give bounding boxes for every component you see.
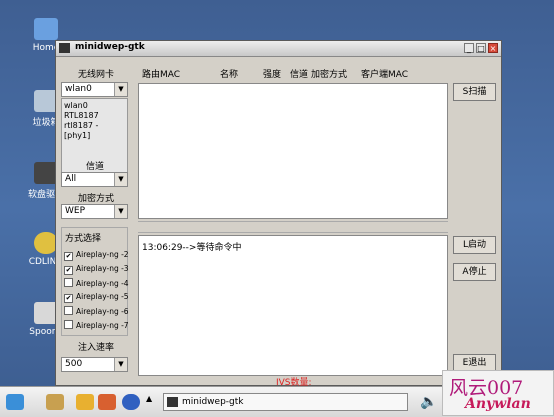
taskbar-window-label: minidwep-gtk xyxy=(182,397,244,407)
network-list[interactable] xyxy=(138,83,448,219)
method-checkbox-7[interactable]: Aireplay-ng -7 xyxy=(64,320,129,331)
encryption-select[interactable]: WEP ▼ xyxy=(61,204,128,219)
checkbox-box[interactable]: ✔ xyxy=(64,266,73,275)
chevron-down-icon: ▼ xyxy=(114,358,127,371)
inject-rate-label: 注入速率 xyxy=(78,343,115,353)
desktop-show-icon[interactable] xyxy=(46,394,64,410)
method-group: 方式选择 ✔ Aireplay-ng -2 ✔ Aireplay-ng -3 Air… xyxy=(61,227,129,336)
taskbar-window-button[interactable]: minidwep-gtk xyxy=(163,393,408,411)
column-header-strength[interactable]: 强度 xyxy=(263,67,281,80)
chevron-down-icon: ▼ xyxy=(114,173,127,186)
method-checkbox-label: Aireplay-ng -4 xyxy=(76,279,129,288)
title-bar[interactable]: minidwep-gtk _ □ × xyxy=(56,41,501,57)
method-group-label: 方式选择 xyxy=(65,234,102,244)
log-line: 13:06:29-->等待命令中 xyxy=(142,243,242,253)
method-checkbox-label: Aireplay-ng -7 xyxy=(76,321,129,330)
checkbox-box[interactable] xyxy=(64,320,73,329)
encryption-label: 加密方式 xyxy=(78,194,115,204)
checkbox-box[interactable]: ✔ xyxy=(64,252,73,261)
wireless-card-select[interactable]: wlan0 ▼ xyxy=(61,82,128,97)
method-checkbox-label: Aireplay-ng -5 xyxy=(76,292,129,301)
speaker-icon[interactable]: 🔈 xyxy=(420,393,438,411)
method-checkbox-5[interactable]: ✔ Aireplay-ng -5 xyxy=(64,292,129,303)
wireless-card-label: 无线网卡 xyxy=(78,70,115,80)
method-checkbox-label: Aireplay-ng -6 xyxy=(76,307,129,316)
method-checkbox-label: Aireplay-ng -2 xyxy=(76,250,129,259)
method-checkbox-2[interactable]: ✔ Aireplay-ng -2 xyxy=(64,250,129,261)
column-header-channel[interactable]: 信道 xyxy=(290,67,308,80)
checkbox-box[interactable] xyxy=(64,278,73,287)
close-button[interactable]: × xyxy=(488,43,498,53)
method-checkbox-4[interactable]: Aireplay-ng -4 xyxy=(64,278,129,289)
caret-up-icon[interactable]: ▲ xyxy=(146,394,154,410)
inject-rate-value: 500 xyxy=(65,359,83,369)
image-viewer-icon[interactable] xyxy=(98,394,116,410)
encryption-value: WEP xyxy=(65,206,86,216)
start-menu-icon[interactable] xyxy=(6,394,24,410)
app-icon xyxy=(167,397,178,407)
column-header-encryption[interactable]: 加密方式 xyxy=(311,67,347,80)
watermark: 风云007 Anywlan xyxy=(442,370,554,416)
stop-button[interactable]: A停止 xyxy=(453,263,496,281)
log-output[interactable]: 13:06:29-->等待命令中 xyxy=(138,235,448,376)
interface-info-line: wlan0 RTL8187 xyxy=(64,101,99,120)
main-window: minidwep-gtk _ □ × 无线网卡 wlan0 ▼ wlan0 RT… xyxy=(55,40,502,388)
app-icon xyxy=(59,43,70,53)
method-checkbox-label: Aireplay-ng -3 xyxy=(76,264,129,273)
chevron-down-icon: ▼ xyxy=(114,205,127,218)
maximize-button[interactable]: □ xyxy=(476,43,486,53)
wireless-card-value: wlan0 xyxy=(65,84,92,94)
column-header-router-mac[interactable]: 路由MAC xyxy=(142,67,180,80)
column-header-client-mac[interactable]: 客户端MAC xyxy=(361,67,408,80)
method-checkbox-6[interactable]: Aireplay-ng -6 xyxy=(64,306,129,317)
watermark-line2: Anywlan xyxy=(465,396,531,412)
minimize-button[interactable]: _ xyxy=(464,43,474,53)
checkbox-box[interactable] xyxy=(64,306,73,315)
checkbox-box[interactable]: ✔ xyxy=(64,294,73,303)
scan-button[interactable]: S扫描 xyxy=(453,83,496,101)
method-checkbox-3[interactable]: ✔ Aireplay-ng -3 xyxy=(64,264,129,275)
pencil-icon[interactable] xyxy=(76,394,94,410)
inject-rate-select[interactable]: 500 ▼ xyxy=(61,357,128,372)
channel-value: All xyxy=(65,174,77,184)
interface-info-line: rtl8187 - [phy1] xyxy=(64,121,99,140)
channel-label: 信道 xyxy=(86,162,105,172)
start-button[interactable]: L启动 xyxy=(453,236,496,254)
chevron-down-icon: ▼ xyxy=(114,83,127,96)
pane-splitter[interactable] xyxy=(138,221,448,233)
channel-select[interactable]: All ▼ xyxy=(61,172,128,187)
browser-icon[interactable] xyxy=(122,394,140,410)
column-header-name[interactable]: 名称 xyxy=(220,67,238,80)
window-title: minidwep-gtk xyxy=(75,42,145,52)
home-folder-icon xyxy=(34,18,58,40)
